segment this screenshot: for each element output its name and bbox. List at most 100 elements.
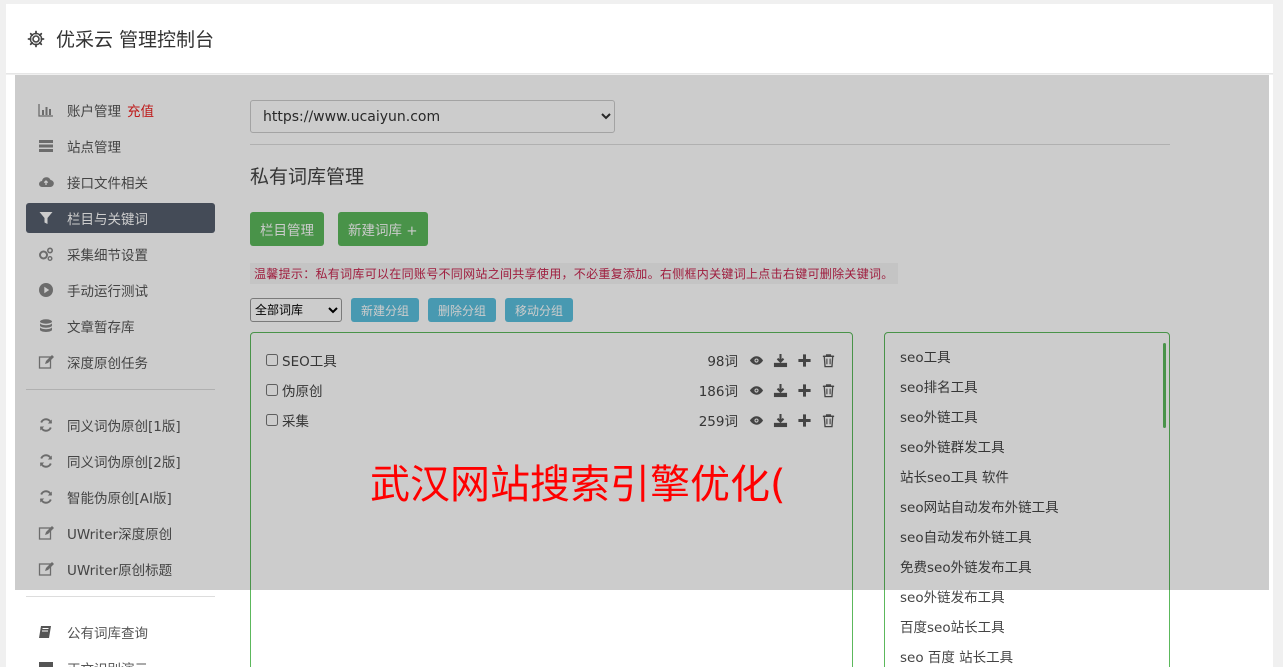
edit-icon bbox=[38, 354, 54, 370]
list-item[interactable]: 站长seo工具 软件 bbox=[900, 468, 1169, 498]
list-item[interactable]: 百度seo站长工具 bbox=[900, 618, 1169, 648]
sidebar-item-label: 账户管理 bbox=[67, 104, 121, 120]
edit-icon bbox=[38, 525, 54, 541]
sidebar-item-label: 栏目与关键词 bbox=[67, 212, 148, 228]
eye-icon[interactable] bbox=[748, 382, 765, 399]
sidebar-item-label: 公有词库查询 bbox=[67, 626, 148, 642]
table-row: SEO工具 98词 bbox=[251, 345, 852, 375]
eye-icon[interactable] bbox=[748, 412, 765, 429]
site-select[interactable]: https://www.ucaiyun.com bbox=[250, 100, 615, 133]
sidebar-item-label: 智能伪原创[AI版] bbox=[67, 491, 172, 507]
refresh-icon bbox=[38, 489, 54, 505]
cloud-upload-icon bbox=[38, 174, 54, 190]
sidebar-divider bbox=[26, 596, 215, 597]
sidebar-item-label: UWriter深度原创 bbox=[67, 527, 173, 543]
sidebar-item-columns-keywords[interactable]: 栏目与关键词 bbox=[26, 203, 215, 233]
top-bar: 优采云 管理控制台 bbox=[6, 4, 1273, 74]
list-item[interactable]: seo自动发布外链工具 bbox=[900, 528, 1169, 558]
bar-chart-icon bbox=[38, 102, 54, 118]
list-item[interactable]: seo排名工具 bbox=[900, 378, 1169, 408]
delete-group-button[interactable]: 删除分组 bbox=[428, 298, 497, 322]
content-area: https://www.ucaiyun.com 私有词库管理 栏目管理 新建词库… bbox=[250, 100, 1170, 667]
group-toolbar: 全部词库 新建分组 删除分组 移动分组 bbox=[250, 298, 1170, 322]
sidebar-item-sites[interactable]: 站点管理 bbox=[26, 131, 215, 161]
plus-icon[interactable] bbox=[796, 412, 813, 429]
sidebar-item-interface-files[interactable]: 接口文件相关 bbox=[26, 167, 215, 197]
sidebar-item-uwriter-deep[interactable]: UWriter深度原创 bbox=[26, 518, 215, 548]
list-item[interactable]: seo网站自动发布外链工具 bbox=[900, 498, 1169, 528]
list-item[interactable]: seo外链群发工具 bbox=[900, 438, 1169, 468]
sidebar: 账户管理 充值 站点管理 接口文件相关 栏目与关键词 采集细节设置 手动运行测试… bbox=[26, 95, 215, 667]
library-checkbox[interactable] bbox=[266, 354, 278, 366]
row-actions bbox=[748, 352, 837, 369]
sidebar-item-label: 同义词伪原创[2版] bbox=[67, 455, 181, 471]
row-actions bbox=[748, 382, 837, 399]
divider bbox=[250, 144, 1170, 145]
edit-icon bbox=[38, 561, 54, 577]
sidebar-item-label: UWriter原创标题 bbox=[67, 563, 173, 579]
library-checkbox[interactable] bbox=[266, 414, 278, 426]
refresh-icon bbox=[38, 453, 54, 469]
sidebar-item-synonym-v2[interactable]: 同义词伪原创[2版] bbox=[26, 446, 215, 476]
watermark-text: 武汉网站搜索引擎优化( bbox=[370, 462, 786, 508]
app-title: 优采云 管理控制台 bbox=[56, 29, 215, 51]
sidebar-item-account[interactable]: 账户管理 充值 bbox=[26, 95, 215, 125]
download-icon[interactable] bbox=[772, 352, 789, 369]
plus-icon[interactable] bbox=[796, 382, 813, 399]
list-item[interactable]: 免费seo外链发布工具 bbox=[900, 558, 1169, 588]
scrollbar[interactable] bbox=[1163, 343, 1166, 428]
keyword-list: seo工具 seo排名工具 seo外链工具 seo外链群发工具 站长seo工具 … bbox=[884, 332, 1170, 667]
refresh-icon bbox=[38, 417, 54, 433]
sidebar-item-synonym-v1[interactable]: 同义词伪原创[1版] bbox=[26, 410, 215, 440]
new-library-button[interactable]: 新建词库 + bbox=[338, 212, 428, 246]
sidebar-item-collect-settings[interactable]: 采集细节设置 bbox=[26, 239, 215, 269]
server-icon bbox=[38, 138, 54, 154]
list-item[interactable]: seo 百度 站长工具 bbox=[900, 648, 1169, 667]
download-icon[interactable] bbox=[772, 412, 789, 429]
trash-icon[interactable] bbox=[820, 382, 837, 399]
sidebar-item-manual-run[interactable]: 手动运行测试 bbox=[26, 275, 215, 305]
sidebar-item-label: 接口文件相关 bbox=[67, 176, 148, 192]
library-name[interactable]: 伪原创 bbox=[282, 380, 699, 400]
sidebar-item-label: 深度原创任务 bbox=[67, 356, 148, 372]
main-panel: 账户管理 充值 站点管理 接口文件相关 栏目与关键词 采集细节设置 手动运行测试… bbox=[6, 75, 1273, 667]
library-checkbox[interactable] bbox=[266, 384, 278, 396]
filter-icon bbox=[38, 210, 54, 226]
sidebar-item-label: 采集细节设置 bbox=[67, 248, 148, 264]
sidebar-item-label: 站点管理 bbox=[67, 140, 121, 156]
library-name[interactable]: SEO工具 bbox=[282, 350, 707, 370]
trash-icon[interactable] bbox=[820, 352, 837, 369]
sidebar-item-text-recognition[interactable]: 正文识别演示 bbox=[26, 653, 215, 667]
list-item[interactable]: seo工具 bbox=[900, 348, 1169, 378]
plus-icon[interactable] bbox=[796, 352, 813, 369]
database-icon bbox=[38, 318, 54, 334]
library-count: 186词 bbox=[698, 384, 738, 400]
trash-icon[interactable] bbox=[820, 412, 837, 429]
page-title: 私有词库管理 bbox=[250, 166, 365, 188]
book-icon bbox=[38, 624, 54, 640]
gears-icon bbox=[38, 246, 54, 262]
sidebar-item-uwriter-title[interactable]: UWriter原创标题 bbox=[26, 554, 215, 584]
sidebar-item-ai-rewrite[interactable]: 智能伪原创[AI版] bbox=[26, 482, 215, 512]
sidebar-item-article-store[interactable]: 文章暂存库 bbox=[26, 311, 215, 341]
sidebar-item-label: 文章暂存库 bbox=[67, 320, 135, 336]
library-name[interactable]: 采集 bbox=[282, 410, 699, 430]
gear-icon bbox=[26, 29, 46, 49]
sidebar-item-public-lib[interactable]: 公有词库查询 bbox=[26, 617, 215, 647]
monitor-icon bbox=[38, 660, 54, 667]
new-group-button[interactable]: 新建分组 bbox=[351, 298, 420, 322]
move-group-button[interactable]: 移动分组 bbox=[505, 298, 574, 322]
eye-icon[interactable] bbox=[748, 352, 765, 369]
sidebar-item-label: 正文识别演示 bbox=[67, 658, 148, 667]
list-item[interactable]: seo外链发布工具 bbox=[900, 588, 1169, 618]
sidebar-item-label: 手动运行测试 bbox=[67, 284, 148, 300]
table-row: 采集 259词 bbox=[251, 405, 852, 435]
column-manage-button[interactable]: 栏目管理 bbox=[250, 212, 324, 246]
recharge-link[interactable]: 充值 bbox=[127, 100, 154, 120]
tip-text: 温馨提示：私有词库可以在同账号不同网站之间共享使用，不必重复添加。右侧框内关键词… bbox=[250, 263, 898, 284]
group-filter-select[interactable]: 全部词库 bbox=[250, 298, 342, 322]
action-bar: 栏目管理 新建词库 + bbox=[250, 212, 1170, 246]
list-item[interactable]: seo外链工具 bbox=[900, 408, 1169, 438]
download-icon[interactable] bbox=[772, 382, 789, 399]
sidebar-item-deep-original[interactable]: 深度原创任务 bbox=[26, 347, 215, 377]
